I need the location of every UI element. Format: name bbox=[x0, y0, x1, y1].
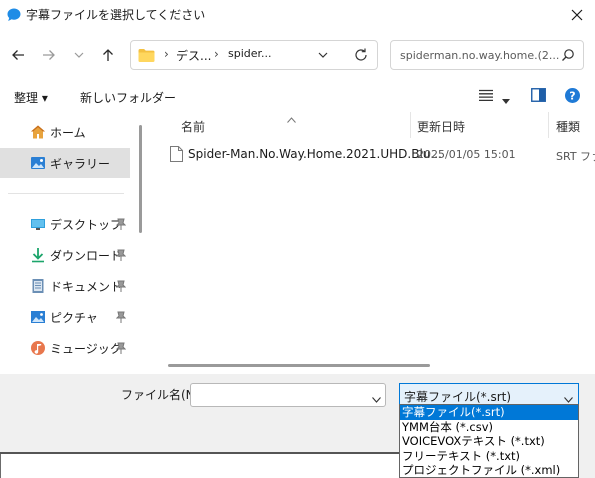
breadcrumb-spider-folder[interactable]: spider... bbox=[228, 47, 272, 60]
chevron-down-icon[interactable] bbox=[372, 392, 381, 403]
arrow-right-icon bbox=[43, 50, 55, 60]
pin-icon bbox=[115, 342, 127, 354]
sidebar-item-gallery[interactable]: ギャラリー bbox=[0, 148, 130, 178]
chevron-down-icon bbox=[74, 52, 84, 58]
sidebar-item-label: ダウンロード bbox=[50, 249, 123, 263]
window-title: 字幕ファイルを選択してください bbox=[26, 8, 206, 22]
file-name-input[interactable] bbox=[190, 383, 386, 407]
file-type-option[interactable]: YMM台本 (*.csv) bbox=[400, 420, 578, 435]
sidebar-item-downloads[interactable]: ダウンロード bbox=[0, 240, 130, 270]
address-bar[interactable]: › デス... › spider... bbox=[130, 40, 378, 70]
pin-icon bbox=[115, 311, 127, 323]
file-type-option[interactable]: VOICEVOXテキスト (*.txt) bbox=[400, 434, 578, 449]
file-modified: 2025/01/05 15:01 bbox=[417, 148, 516, 161]
chevron-down-icon bbox=[318, 52, 328, 58]
gallery-icon bbox=[30, 155, 46, 171]
forward-button[interactable] bbox=[37, 43, 61, 67]
preview-pane-icon[interactable] bbox=[531, 88, 546, 102]
breadcrumb-separator: › bbox=[214, 47, 219, 61]
sidebar-item-music[interactable]: ミュージック bbox=[0, 333, 130, 363]
horizontal-scrollbar[interactable] bbox=[168, 364, 430, 367]
column-header-name[interactable]: 名前 bbox=[181, 118, 205, 135]
sidebar-item-label: ピクチャ bbox=[50, 311, 98, 325]
sidebar-item-label: ミュージック bbox=[50, 342, 122, 356]
arrow-up-icon bbox=[103, 49, 113, 61]
sidebar-item-label: ホーム bbox=[50, 126, 86, 140]
sort-ascending-icon bbox=[287, 112, 296, 123]
sidebar-item-label: ギャラリー bbox=[50, 157, 111, 171]
close-button[interactable] bbox=[559, 0, 595, 30]
file-type-select[interactable]: 字幕ファイル(*.srt) bbox=[399, 383, 579, 406]
pin-icon bbox=[115, 218, 127, 230]
breadcrumb-desktop[interactable]: デス... bbox=[176, 47, 211, 64]
sidebar-item-desktop[interactable]: デスクトップ bbox=[0, 209, 130, 239]
file-type-option[interactable]: フリーテキスト (*.txt) bbox=[400, 449, 578, 464]
home-icon bbox=[30, 124, 46, 140]
picture-icon bbox=[30, 309, 46, 325]
view-options-icon[interactable] bbox=[479, 89, 493, 102]
sidebar-divider bbox=[8, 193, 124, 194]
file-type-option[interactable]: プロジェクトファイル (*.xml) bbox=[400, 463, 578, 478]
search-input[interactable]: spiderman.no.way.home.(2... bbox=[400, 49, 559, 62]
sidebar-item-label: ドキュメント bbox=[50, 280, 123, 294]
sidebar-scrollbar[interactable] bbox=[139, 125, 142, 233]
document-icon bbox=[30, 278, 46, 294]
column-divider[interactable] bbox=[548, 112, 549, 138]
refresh-icon bbox=[355, 48, 367, 61]
background-window bbox=[0, 454, 399, 478]
folder-icon bbox=[138, 48, 155, 62]
refresh-button[interactable] bbox=[353, 47, 369, 63]
sidebar-item-label: デスクトップ bbox=[50, 218, 123, 232]
close-icon bbox=[571, 9, 583, 21]
file-icon bbox=[170, 146, 183, 162]
sidebar-item-pictures[interactable]: ピクチャ bbox=[0, 302, 130, 332]
file-type-option[interactable]: 字幕ファイル(*.srt) bbox=[400, 405, 578, 420]
organize-button[interactable]: 整理 ▾ bbox=[14, 89, 48, 106]
arrow-left-icon bbox=[12, 50, 24, 60]
file-type-selected: 字幕ファイル(*.srt) bbox=[404, 390, 512, 404]
back-button[interactable] bbox=[6, 43, 30, 67]
search-box[interactable]: spiderman.no.way.home.(2... bbox=[390, 40, 584, 70]
help-icon[interactable]: ? bbox=[565, 88, 580, 103]
column-divider[interactable] bbox=[410, 112, 411, 138]
speech-bubble-icon bbox=[6, 7, 22, 23]
address-history-button[interactable] bbox=[315, 47, 331, 63]
file-type-dropdown: 字幕ファイル(*.srt) YMM台本 (*.csv) VOICEVOXテキスト… bbox=[399, 404, 579, 478]
pin-icon bbox=[115, 280, 127, 292]
pin-icon bbox=[115, 249, 127, 261]
column-header-type[interactable]: 種類 bbox=[556, 118, 580, 135]
up-button[interactable] bbox=[96, 43, 120, 67]
chevron-down-icon bbox=[564, 392, 573, 403]
file-type: SRT ファ bbox=[556, 150, 595, 163]
svg-text:?: ? bbox=[569, 90, 575, 103]
column-header-modified[interactable]: 更新日時 bbox=[417, 118, 465, 135]
download-icon bbox=[30, 247, 46, 263]
search-icon bbox=[561, 48, 575, 62]
sidebar-item-documents[interactable]: ドキュメント bbox=[0, 271, 130, 301]
breadcrumb-separator: › bbox=[164, 47, 169, 61]
recent-locations-button[interactable] bbox=[67, 43, 91, 67]
desktop-icon bbox=[30, 216, 46, 232]
file-name[interactable]: Spider-Man.No.Way.Home.2021.UHD.Blu... bbox=[188, 147, 442, 161]
view-caret-icon[interactable] bbox=[502, 94, 510, 104]
navigation-pane: ホーム ギャラリー デスクトップ ダウンロード ドキュメント ピクチャ ミュージ… bbox=[0, 112, 140, 374]
music-icon bbox=[30, 340, 46, 356]
new-folder-button[interactable]: 新しいフォルダー bbox=[80, 89, 176, 106]
sidebar-item-home[interactable]: ホーム bbox=[0, 117, 130, 147]
